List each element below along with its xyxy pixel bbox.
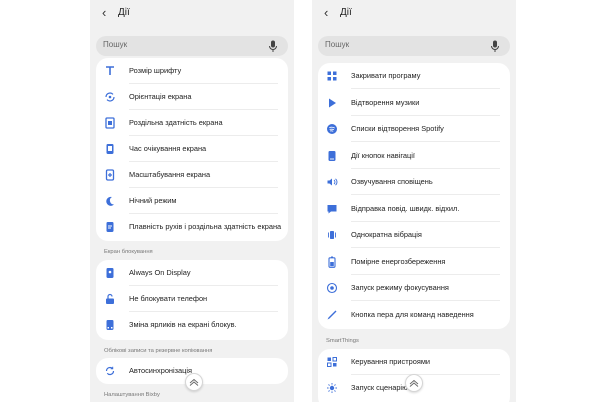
list-item-single-vibration[interactable]: Однократна вібрація	[318, 222, 510, 248]
list-item-label: Не блокувати телефон	[129, 294, 208, 303]
microphone-icon[interactable]	[267, 40, 279, 53]
list-item-label: Запуск сценарію	[351, 383, 408, 392]
rotate-icon	[105, 92, 115, 102]
screen-timeout-icon	[106, 144, 114, 154]
search-bar[interactable]: Пошук	[96, 36, 288, 56]
list-item-motion-smoothness[interactable]: Плавність рухів і роздільна здатність ек…	[96, 214, 288, 240]
list-item-play-music[interactable]: Відтворення музики	[318, 90, 510, 116]
shortcuts-icon	[106, 320, 114, 330]
list-item-navigation-button-actions[interactable]: Дії кнопок навігації	[318, 143, 510, 169]
list-item-label: Орієнтація екрана	[129, 92, 192, 101]
close-app-icon	[327, 71, 337, 81]
always-on-display-icon	[106, 268, 114, 278]
list-item-font-size[interactable]: Розмір шрифту	[96, 58, 288, 84]
list-item-always-on-display[interactable]: Always On Display	[96, 260, 288, 286]
left-screen: ‹ Дії Пошук Розмір шрифту Орієнтація екр…	[90, 0, 294, 402]
resolution-icon	[105, 117, 115, 129]
pen-icon	[327, 310, 337, 319]
list-item-label: Однократна вібрація	[351, 230, 422, 239]
list-item-screen-resolution[interactable]: Роздільна здатність екрана	[96, 110, 288, 136]
chevron-up-icon	[189, 378, 199, 386]
section-header-lock-screen: Екран блокування	[104, 249, 153, 255]
list-item-label: Плавність рухів і роздільна здатність ек…	[129, 222, 282, 231]
app-bar: ‹ Дії	[312, 0, 516, 28]
vibration-icon	[328, 231, 336, 239]
zoom-icon	[105, 169, 115, 181]
list-item-start-focus-mode[interactable]: Запуск режиму фокусування	[318, 275, 510, 301]
lock-screen-card: Always On Display Не блокувати телефон З…	[96, 260, 288, 340]
right-screen: ‹ Дії Пошук Закривати програму Відтворен…	[312, 0, 516, 402]
list-item-label: Always On Display	[129, 268, 191, 277]
moon-icon	[106, 196, 114, 206]
list-item-dont-lock-phone[interactable]: Не блокувати телефон	[96, 286, 288, 312]
back-arrow-icon[interactable]: ‹	[102, 5, 106, 20]
page-title: Дії	[340, 7, 352, 18]
navigation-buttons-icon	[328, 150, 336, 161]
list-item-label: Час очікування екрана	[129, 144, 207, 153]
spotify-icon	[327, 124, 337, 134]
list-item-moderate-power-saving[interactable]: Помірне енергозбереження	[318, 249, 510, 275]
app-actions-card: Закривати програму Відтворення музики Сп…	[318, 63, 510, 329]
list-item-label: Керування пристроями	[351, 357, 431, 366]
unlock-icon	[106, 293, 114, 304]
list-item-label: Зміна ярликів на екрані блокув.	[129, 320, 237, 329]
section-header-accounts-backup: Облікові записи та резервне копіювання	[104, 348, 213, 354]
scroll-to-top-button[interactable]	[405, 374, 423, 392]
devices-icon	[327, 357, 337, 367]
microphone-icon[interactable]	[489, 40, 501, 53]
list-item-night-mode[interactable]: Нічний режим	[96, 188, 288, 214]
app-bar: ‹ Дії	[90, 0, 294, 28]
list-item-screen-orientation[interactable]: Орієнтація екрана	[96, 84, 288, 110]
list-item-screen-timeout[interactable]: Час очікування екрана	[96, 136, 288, 162]
list-item-read-notifications[interactable]: Озвучування сповіщень	[318, 169, 510, 195]
motion-smoothness-icon	[106, 222, 114, 232]
list-item-spotify-playlists[interactable]: Списки відтворення Spotify	[318, 116, 510, 142]
search-placeholder: Пошук	[325, 40, 350, 49]
list-item-lock-screen-shortcuts[interactable]: Зміна ярликів на екрані блокув.	[96, 312, 288, 338]
list-item-control-devices[interactable]: Керування пристроями	[318, 349, 510, 375]
list-item-label: Кнопка пера для команд наведення	[351, 309, 474, 319]
list-item-label: Розмір шрифту	[129, 66, 182, 75]
battery-saver-icon	[328, 256, 336, 268]
list-item-label: Масштабування екрана	[129, 170, 211, 179]
search-placeholder: Пошук	[103, 40, 128, 49]
back-arrow-icon[interactable]: ‹	[324, 5, 328, 20]
list-item-close-app[interactable]: Закривати програму	[318, 63, 510, 89]
chevron-up-icon	[409, 379, 419, 387]
focus-mode-icon	[326, 282, 338, 294]
list-item-label: Озвучування сповіщень	[351, 177, 433, 186]
scene-icon	[327, 383, 337, 393]
section-header-bixby-settings: Налаштування Bixby	[104, 392, 160, 398]
list-item-label: Нічний режим	[129, 196, 177, 205]
scroll-to-top-button[interactable]	[185, 373, 203, 391]
list-item-label: Списки відтворення Spotify	[351, 124, 444, 133]
display-actions-card: Розмір шрифту Орієнтація екрана Роздільн…	[96, 58, 288, 241]
section-header-smartthings: SmartThings	[326, 338, 359, 344]
page-title: Дії	[118, 7, 130, 18]
read-notifications-icon	[327, 178, 338, 186]
sync-icon	[105, 366, 115, 376]
list-item-label: Роздільна здатність екрана	[129, 118, 223, 127]
play-icon	[329, 98, 336, 107]
quick-decline-message-icon	[327, 204, 337, 213]
list-item-screen-zoom[interactable]: Масштабування екрана	[96, 162, 288, 188]
list-item-label: Помірне енергозбереження	[351, 256, 446, 266]
font-size-icon	[106, 66, 114, 75]
list-item-pen-button-air-command[interactable]: Кнопка пера для команд наведення	[318, 302, 510, 328]
list-item-label: Закривати програму	[351, 71, 421, 80]
list-item-quick-decline-message[interactable]: Відправка повід. швидк. відхил.	[318, 196, 510, 222]
list-item-label: Запуск режиму фокусування	[351, 283, 449, 292]
list-item-label: Дії кнопок навігації	[351, 150, 415, 160]
list-item-label: Автосинхронізація	[129, 366, 193, 375]
search-bar[interactable]: Пошук	[318, 36, 510, 56]
list-item-label: Відправка повід. швидк. відхил.	[351, 203, 460, 213]
list-item-label: Відтворення музики	[351, 97, 420, 107]
